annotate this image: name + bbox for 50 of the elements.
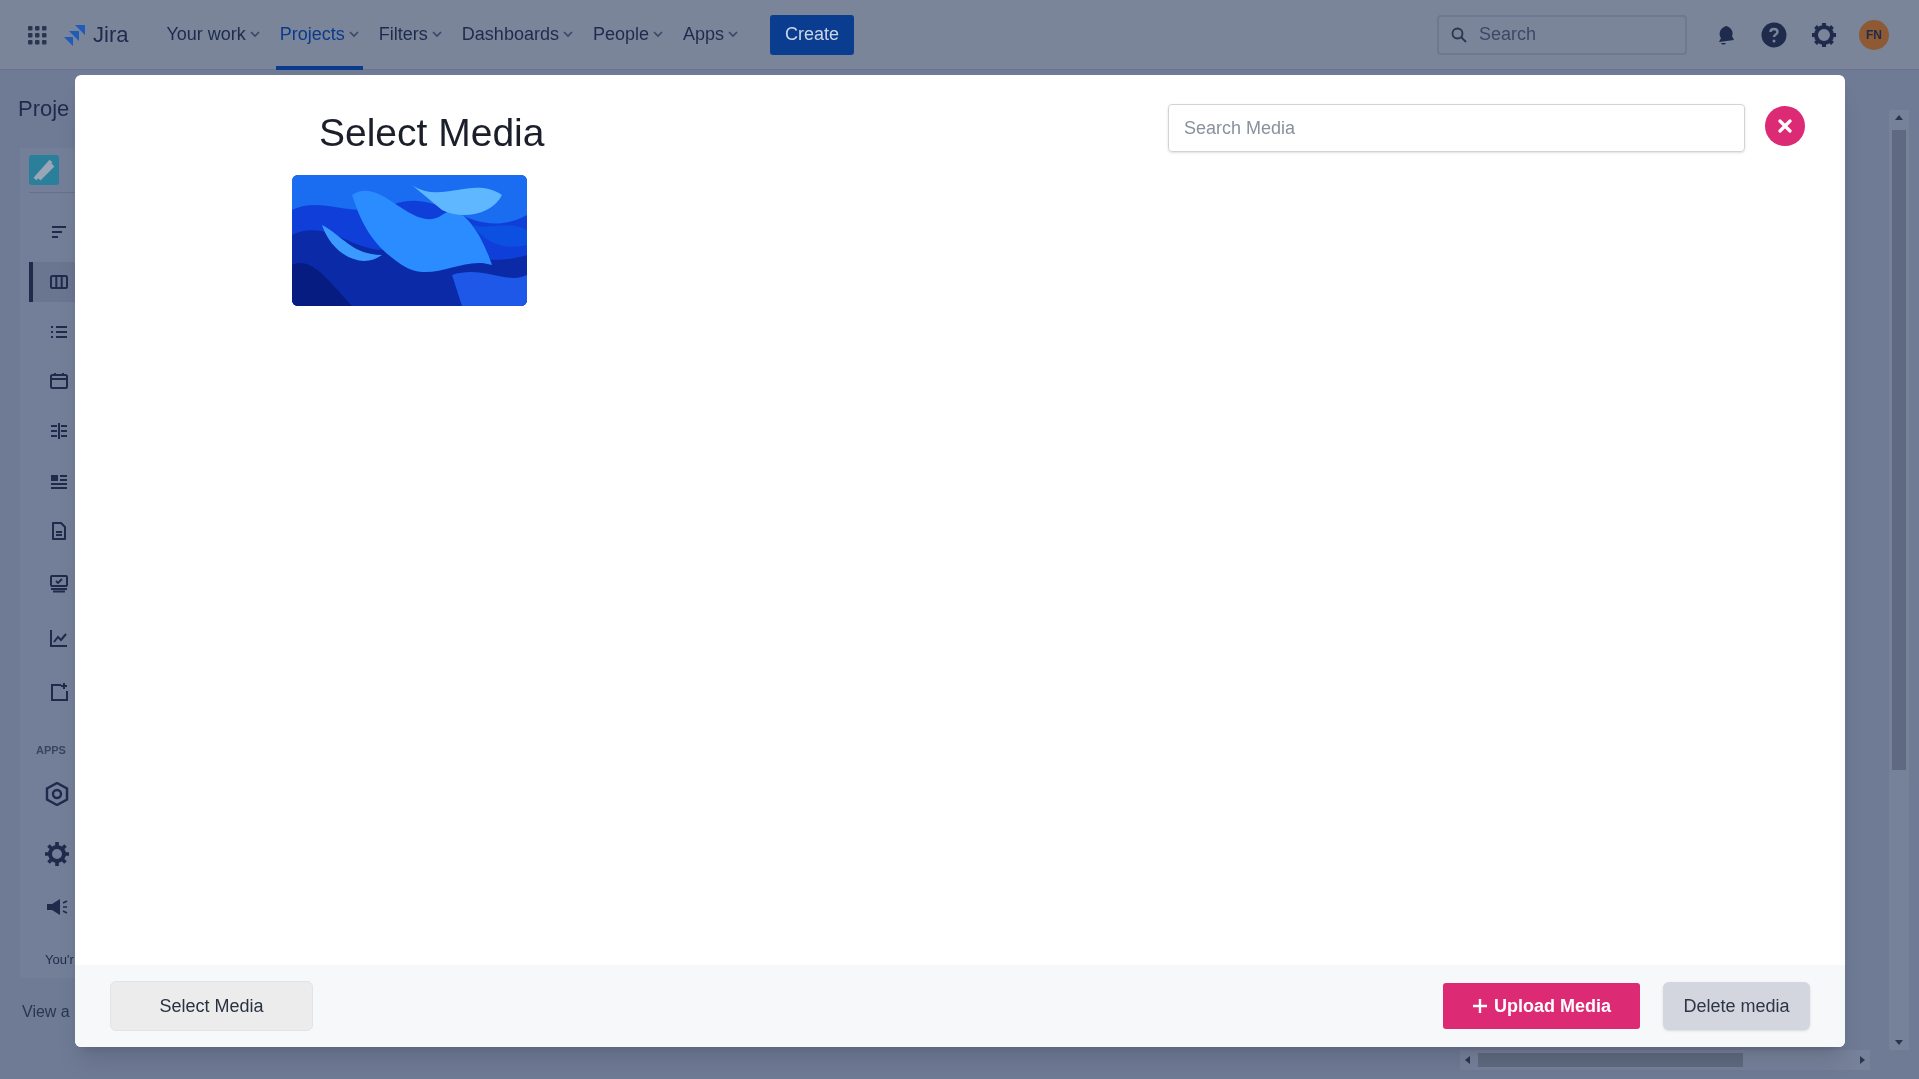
hexagon-icon[interactable] <box>45 782 69 806</box>
notice-text: You'r <box>45 951 74 969</box>
create-button[interactable]: Create <box>770 14 855 55</box>
scroll-right-icon[interactable] <box>1858 1055 1866 1065</box>
chevron-down-icon <box>431 31 442 38</box>
delete-media-button[interactable]: Delete media <box>1663 982 1810 1030</box>
search-field[interactable]: Search <box>1437 14 1687 55</box>
chevron-down-icon <box>348 31 359 38</box>
product-name[interactable]: Jira <box>93 18 129 51</box>
nav-tab[interactable]: People <box>588 0 667 70</box>
megaphone-icon[interactable] <box>45 898 69 916</box>
nav-icon <box>49 573 69 593</box>
plus-icon <box>1472 998 1488 1014</box>
nav-tab[interactable]: Your work <box>162 0 264 70</box>
settings-icon[interactable] <box>44 841 70 867</box>
nav-tab[interactable]: Projects <box>275 0 363 70</box>
nav-icon <box>49 421 69 441</box>
close-icon <box>1778 119 1792 133</box>
section-heading: APPS <box>36 743 66 758</box>
search-icon <box>1451 26 1467 43</box>
chevron-down-icon <box>562 31 573 38</box>
upload-media-button[interactable]: Upload Media <box>1443 983 1640 1029</box>
user-avatar[interactable]: FN <box>1859 19 1889 50</box>
nav-tab[interactable]: Apps <box>679 0 742 70</box>
scroll-up-icon[interactable] <box>1894 114 1904 122</box>
sidebar-item[interactable] <box>29 262 75 302</box>
nav-icon <box>49 371 69 391</box>
nav-tab[interactable]: Dashboards <box>457 0 577 70</box>
nav-icon <box>49 628 69 648</box>
select-media-button[interactable]: Select Media <box>110 981 313 1031</box>
view-link[interactable]: View a <box>22 1000 70 1024</box>
chevron-down-icon <box>728 31 738 38</box>
scroll-down-icon[interactable] <box>1894 1038 1904 1046</box>
search-input[interactable]: Search <box>1479 21 1669 48</box>
chevron-down-icon <box>249 31 260 38</box>
nav-icon <box>49 272 69 292</box>
nav-tab[interactable]: Filters <box>374 0 446 70</box>
scrollbar-thumb[interactable] <box>1478 1053 1743 1067</box>
settings-icon[interactable] <box>1811 21 1837 48</box>
chevron-down-icon <box>653 31 663 38</box>
scroll-left-icon[interactable] <box>1464 1055 1472 1065</box>
close-button[interactable] <box>1765 106 1805 146</box>
nav-icon <box>49 682 69 702</box>
dialog-title: Select Media <box>319 110 545 156</box>
help-icon[interactable] <box>1761 21 1787 48</box>
app-grid-icon[interactable] <box>27 24 47 45</box>
sidebar-title: Proje <box>18 95 70 123</box>
scrollbar-thumb[interactable] <box>1892 130 1906 770</box>
project-avatar-icon[interactable] <box>29 155 59 185</box>
nav-icon <box>49 521 69 541</box>
